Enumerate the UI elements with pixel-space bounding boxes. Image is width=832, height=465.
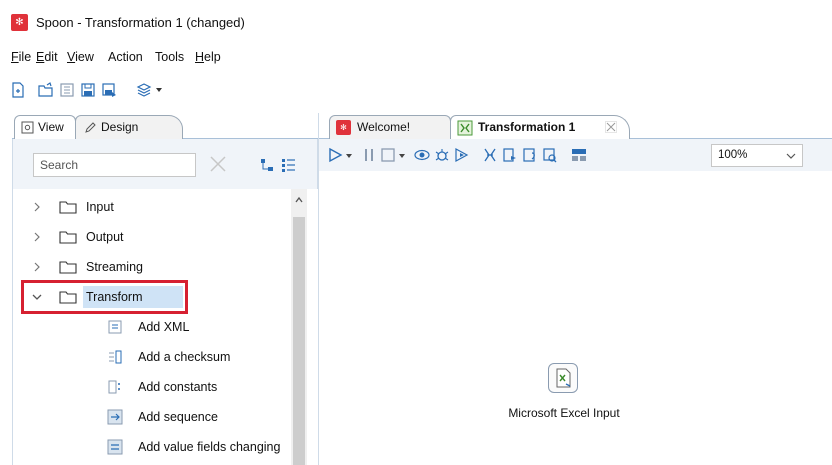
explore-repository-icon[interactable] — [59, 82, 75, 98]
clear-search-icon[interactable] — [207, 153, 229, 175]
layers-dropdown-icon[interactable] — [155, 86, 163, 94]
open-file-icon[interactable] — [38, 82, 54, 98]
menu-action[interactable]: Action — [108, 50, 143, 64]
stop-dropdown-icon[interactable] — [398, 152, 406, 160]
tree-step-add-sequence[interactable]: Add sequence — [13, 405, 303, 429]
verify-icon[interactable] — [482, 147, 498, 163]
tree-folder-input[interactable]: Input — [13, 195, 303, 219]
tree-label: Add constants — [138, 380, 218, 394]
generate-sql-icon[interactable] — [522, 147, 538, 163]
window-title: Spoon - Transformation 1 (changed) — [36, 15, 245, 30]
preview-icon[interactable] — [414, 147, 430, 163]
impact-analysis-icon[interactable] — [502, 147, 518, 163]
tab-view[interactable]: View — [14, 115, 76, 139]
menu-file[interactable]: File — [11, 50, 31, 64]
tree-label: Input — [86, 200, 114, 214]
run-icon[interactable] — [327, 147, 343, 163]
transformation-icon — [457, 120, 473, 136]
menu-help[interactable]: Help — [195, 50, 221, 64]
menu-view[interactable]: View — [67, 50, 94, 64]
tab-welcome[interactable]: ✻ Welcome! — [329, 115, 451, 139]
sequence-icon — [107, 409, 123, 425]
layers-icon[interactable] — [136, 82, 152, 98]
show-results-icon[interactable] — [571, 147, 587, 163]
tab-transformation-1[interactable]: Transformation 1 — [450, 115, 630, 139]
tab-transformation-label: Transformation 1 — [478, 120, 576, 134]
scroll-up-icon[interactable] — [295, 196, 303, 204]
tab-design-label: Design — [101, 120, 139, 134]
expand-all-icon[interactable] — [281, 157, 297, 173]
tree-label: Streaming — [86, 260, 143, 274]
tree-label: Add XML — [138, 320, 190, 334]
menu-tools[interactable]: Tools — [155, 50, 184, 64]
checksum-icon — [107, 349, 123, 365]
tree-scrollbar[interactable] — [291, 189, 307, 465]
left-tab-strip: View Design — [12, 113, 318, 139]
tree-step-add-checksum[interactable]: Add a checksum — [13, 345, 303, 369]
tree-label: Output — [86, 230, 124, 244]
new-file-icon[interactable] — [10, 82, 26, 98]
chevron-down-icon[interactable] — [786, 152, 796, 160]
left-panel: View Design Input Out — [12, 113, 318, 465]
view-icon — [21, 121, 34, 134]
title-bar: ✻ Spoon - Transformation 1 (changed) — [0, 0, 832, 44]
zoom-select[interactable]: 100% — [711, 144, 803, 167]
constants-icon — [107, 379, 123, 395]
pencil-icon — [84, 121, 97, 134]
chevron-right-icon[interactable] — [32, 202, 42, 212]
pause-icon[interactable] — [361, 147, 377, 163]
explore-database-icon[interactable] — [542, 147, 558, 163]
stop-icon[interactable] — [380, 147, 396, 163]
tab-view-label: View — [38, 120, 64, 134]
right-panel: ✻ Welcome! Transformation 1 100% Microso… — [318, 113, 832, 465]
tree-label: Add value fields changing — [138, 440, 281, 454]
folder-icon — [59, 229, 77, 245]
replay-icon[interactable] — [454, 147, 470, 163]
spoon-logo-icon: ✻ — [11, 14, 28, 31]
tree-step-add-value-fields-changing[interactable]: Add value fields changing — [13, 435, 303, 459]
tree-label: Add a checksum — [138, 350, 231, 364]
tab-design[interactable]: Design — [75, 115, 183, 139]
tree-step-add-constants[interactable]: Add constants — [13, 375, 303, 399]
annotation-red-box — [21, 280, 188, 314]
zoom-value: 100% — [718, 149, 748, 161]
main-toolbar — [0, 72, 832, 106]
tab-welcome-label: Welcome! — [357, 120, 411, 134]
value-fields-icon — [107, 439, 123, 455]
transformation-canvas[interactable]: Microsoft Excel Input — [319, 171, 832, 465]
tree-folder-transform[interactable]: Transform — [13, 280, 303, 314]
search-input[interactable] — [33, 153, 196, 177]
save-icon[interactable] — [80, 82, 96, 98]
menu-edit[interactable]: Edit — [36, 50, 58, 64]
scrollbar-thumb[interactable] — [293, 217, 305, 465]
close-tab-icon[interactable] — [605, 121, 617, 133]
debug-icon[interactable] — [434, 147, 450, 163]
transformation-toolbar: 100% — [319, 139, 832, 171]
steps-tree: Input Output Streaming Transform Add XML — [12, 189, 307, 465]
folder-icon — [59, 199, 77, 215]
tree-label: Add sequence — [138, 410, 218, 424]
folder-icon — [59, 259, 77, 275]
chevron-right-icon[interactable] — [32, 262, 42, 272]
excel-input-icon[interactable] — [548, 363, 578, 393]
add-xml-icon — [107, 319, 123, 335]
step-microsoft-excel-input[interactable]: Microsoft Excel Input — [474, 363, 674, 433]
save-as-icon[interactable] — [101, 82, 117, 98]
editor-tab-strip: ✻ Welcome! Transformation 1 — [319, 113, 832, 139]
tree-folder-streaming[interactable]: Streaming — [13, 255, 303, 279]
collapse-all-icon[interactable] — [260, 157, 276, 173]
spoon-logo-icon: ✻ — [336, 120, 351, 135]
run-dropdown-icon[interactable] — [345, 152, 353, 160]
chevron-right-icon[interactable] — [32, 232, 42, 242]
tree-step-add-xml[interactable]: Add XML — [13, 315, 303, 339]
search-row — [12, 139, 318, 189]
tree-folder-output[interactable]: Output — [13, 225, 303, 249]
step-label: Microsoft Excel Input — [508, 406, 620, 420]
menu-bar: File Edit View Action Tools Help — [0, 44, 832, 70]
